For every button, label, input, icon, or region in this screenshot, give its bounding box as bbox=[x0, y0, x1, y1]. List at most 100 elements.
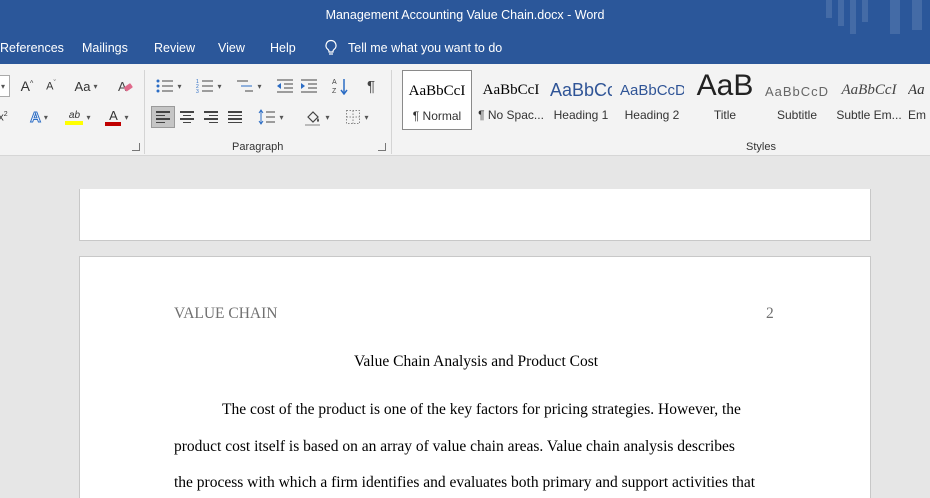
highlighter-icon: ab bbox=[65, 110, 84, 125]
line-spacing-icon bbox=[259, 109, 276, 125]
align-center-icon bbox=[180, 109, 194, 125]
title-bar-decoration bbox=[826, 0, 832, 18]
style-name: ¶ No Spac... bbox=[478, 108, 544, 122]
decrease-indent-icon bbox=[277, 79, 293, 93]
text-effects-button[interactable]: A ▾ bbox=[22, 106, 56, 128]
multilevel-list-icon bbox=[237, 80, 254, 92]
style-subtitle[interactable]: AaBbCcD Subtitle bbox=[764, 70, 830, 130]
style-normal[interactable]: AaBbCcI ¶ Normal bbox=[402, 70, 472, 130]
style-name: Subtle Em... bbox=[836, 108, 902, 122]
style-name: Heading 1 bbox=[553, 108, 609, 122]
tab-view[interactable]: View bbox=[218, 41, 245, 55]
style-name: ¶ Normal bbox=[412, 109, 462, 123]
align-center-button[interactable] bbox=[176, 106, 198, 128]
chevron-down-icon: ▾ bbox=[364, 112, 369, 122]
paragraph-group-label: Paragraph bbox=[232, 141, 284, 153]
justify-button[interactable] bbox=[224, 106, 246, 128]
superscript-icon: x2 bbox=[0, 110, 8, 124]
style-name: Em bbox=[908, 108, 926, 122]
style-subtle-emphasis[interactable]: AaBbCcI Subtle Em... bbox=[834, 70, 904, 130]
multilevel-list-button[interactable]: ▾ bbox=[232, 75, 266, 97]
bullets-button[interactable]: ▾ bbox=[152, 75, 186, 97]
paragraph-dialog-launcher-icon[interactable] bbox=[378, 143, 386, 151]
style-sample: AaBbCc bbox=[550, 80, 612, 100]
tell-me-box[interactable]: Tell me what you want to do bbox=[324, 39, 502, 57]
font-dialog-launcher-icon[interactable] bbox=[132, 143, 140, 151]
body-line[interactable]: product cost itself is based on an array… bbox=[174, 438, 735, 456]
align-left-button[interactable] bbox=[151, 106, 175, 128]
shading-button[interactable]: ▾ bbox=[300, 106, 334, 128]
window-title: Management Accounting Value Chain.docx -… bbox=[325, 8, 605, 22]
chevron-down-icon: ▾ bbox=[279, 112, 284, 122]
title-bar-decoration bbox=[850, 0, 856, 34]
pilcrow-icon: ¶ bbox=[366, 77, 376, 95]
style-heading-2[interactable]: AaBbCcD Heading 2 bbox=[620, 70, 684, 130]
svg-text:3: 3 bbox=[196, 89, 199, 94]
align-right-button[interactable] bbox=[200, 106, 222, 128]
highlight-swatch bbox=[65, 120, 84, 125]
page-number: 2 bbox=[766, 305, 774, 322]
style-name: Title bbox=[713, 108, 737, 122]
body-line[interactable]: the process with which a firm identifies… bbox=[174, 474, 755, 492]
group-separator bbox=[144, 70, 145, 154]
title-bar-decoration bbox=[838, 0, 844, 26]
style-heading-1[interactable]: AaBbCc Heading 1 bbox=[550, 70, 612, 130]
body-line[interactable]: The cost of the product is one of the ke… bbox=[222, 401, 741, 419]
chevron-down-icon: ▾ bbox=[325, 112, 330, 122]
tab-help[interactable]: Help bbox=[270, 41, 296, 55]
align-left-icon bbox=[156, 109, 170, 125]
font-size-dropdown[interactable]: ▾ bbox=[0, 75, 10, 97]
styles-group-label: Styles bbox=[746, 141, 776, 153]
style-sample: AaBbCcI bbox=[408, 83, 466, 99]
style-sample: AaB bbox=[696, 69, 754, 102]
group-separator bbox=[391, 70, 392, 154]
style-title[interactable]: AaB Title bbox=[690, 69, 760, 130]
tab-review[interactable]: Review bbox=[154, 41, 195, 55]
font-color-button[interactable]: A ▾ bbox=[100, 106, 134, 128]
superscript-button[interactable]: x2 bbox=[0, 106, 10, 128]
chevron-down-icon: ▾ bbox=[93, 81, 98, 91]
borders-icon bbox=[346, 110, 361, 124]
tab-mailings[interactable]: Mailings bbox=[82, 41, 128, 55]
style-no-spacing[interactable]: AaBbCcI ¶ No Spac... bbox=[476, 70, 546, 130]
style-emphasis[interactable]: Aa Em bbox=[908, 70, 930, 130]
chevron-down-icon: ▾ bbox=[177, 81, 182, 91]
title-bar-decoration bbox=[912, 0, 922, 30]
style-sample: AaBbCcI bbox=[482, 82, 540, 98]
style-sample: AaBbCcD bbox=[764, 84, 830, 99]
clear-formatting-icon: A bbox=[118, 79, 133, 94]
increase-indent-icon bbox=[301, 79, 317, 93]
paint-bucket-icon bbox=[305, 111, 321, 126]
document-page[interactable]: VALUE CHAIN 2 Value Chain Analysis and P… bbox=[79, 256, 871, 498]
text-effects-icon: A bbox=[30, 108, 42, 126]
align-right-icon bbox=[204, 109, 218, 125]
numbering-button[interactable]: 1 2 3 ▾ bbox=[192, 75, 226, 97]
increase-indent-button[interactable] bbox=[298, 75, 320, 97]
previous-page[interactable] bbox=[79, 189, 871, 241]
title-bar-decoration bbox=[890, 0, 900, 34]
chevron-down-icon: ▾ bbox=[124, 112, 129, 122]
highlight-color-button[interactable]: ab ▾ bbox=[60, 106, 96, 128]
numbering-icon: 1 2 3 bbox=[196, 79, 214, 94]
lightbulb-icon bbox=[325, 39, 337, 55]
shrink-font-button[interactable]: Aˇ bbox=[40, 75, 62, 97]
clear-formatting-button[interactable]: A bbox=[114, 75, 136, 97]
show-formatting-marks-button[interactable]: ¶ bbox=[360, 75, 382, 97]
sort-button[interactable]: A Z bbox=[330, 75, 352, 97]
ribbon-tabs: References Mailings Review View Help Tel… bbox=[0, 34, 930, 64]
svg-text:Z: Z bbox=[332, 88, 337, 95]
grow-font-button[interactable]: A^ bbox=[16, 75, 38, 97]
font-color-icon: A bbox=[105, 109, 122, 126]
style-sample: Aa bbox=[908, 82, 925, 98]
document-heading[interactable]: Value Chain Analysis and Product Cost bbox=[80, 353, 872, 371]
line-spacing-button[interactable]: ▾ bbox=[254, 106, 288, 128]
borders-button[interactable]: ▾ bbox=[340, 106, 374, 128]
decrease-indent-button[interactable] bbox=[274, 75, 296, 97]
change-case-button[interactable]: Aa ▾ bbox=[68, 75, 104, 97]
title-bar: Management Accounting Value Chain.docx -… bbox=[0, 0, 930, 34]
styles-gallery: AaBbCcI ¶ Normal AaBbCcI ¶ No Spac... Aa… bbox=[400, 69, 930, 130]
font-color-swatch bbox=[105, 121, 122, 126]
style-name: Heading 2 bbox=[624, 108, 680, 122]
tab-references[interactable]: References bbox=[0, 41, 64, 55]
shrink-font-icon: Aˇ bbox=[46, 79, 56, 93]
